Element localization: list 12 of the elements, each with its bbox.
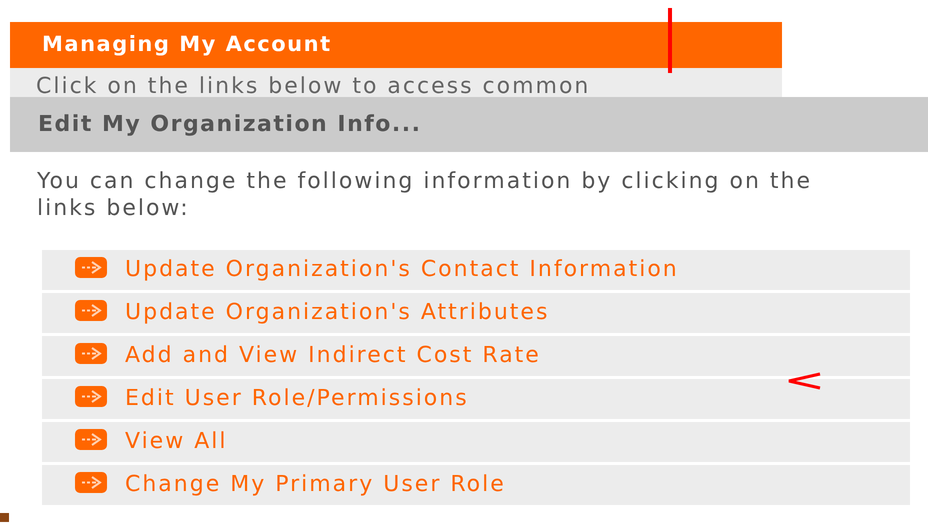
link-item[interactable]: Edit User Role/Permissions (42, 379, 910, 419)
panel-text: Click on the links below to access common (36, 74, 590, 97)
link-item[interactable]: View All (42, 422, 910, 462)
panel-title: Managing My Account (42, 31, 332, 58)
link-item[interactable]: Update Organization's Attributes (42, 293, 910, 333)
link-item[interactable]: Update Organization's Contact Information (42, 250, 910, 290)
link-item[interactable]: Change My Primary User Role (42, 465, 910, 505)
link-item[interactable]: Add and View Indirect Cost Rate (42, 336, 910, 376)
annotation-chevron-icon (786, 372, 822, 390)
corner-mark (0, 513, 9, 522)
section-title: Edit My Organization Info... (38, 111, 422, 139)
intro-text: You can change the following information by clicking on the links below: (37, 168, 813, 222)
